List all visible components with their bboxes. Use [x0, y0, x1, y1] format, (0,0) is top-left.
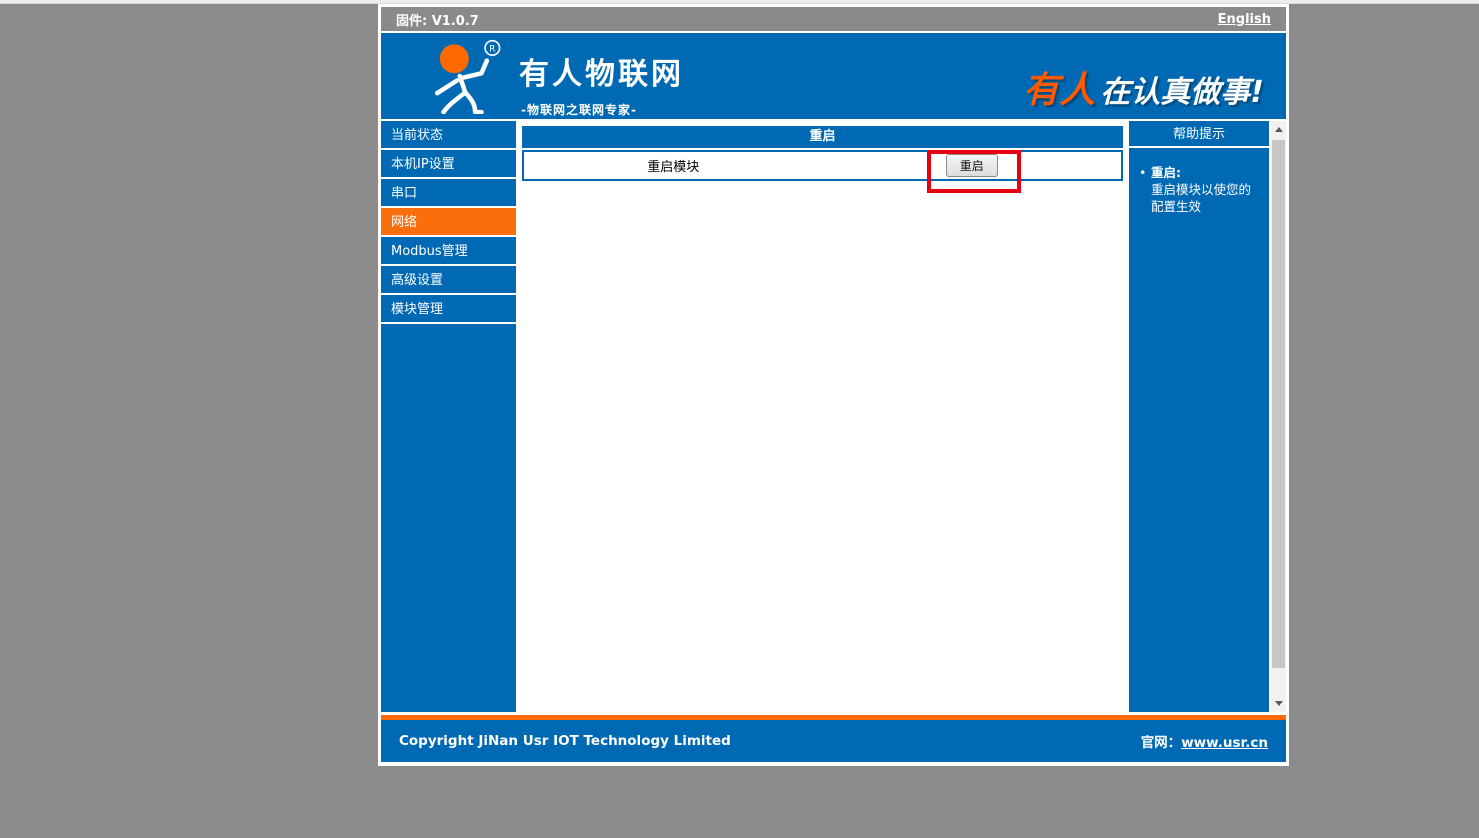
- sidebar-item-serial-port[interactable]: 串口: [381, 179, 516, 208]
- firmware-version-label: 固件: V1.0.7: [396, 10, 479, 29]
- vertical-scrollbar[interactable]: [1271, 121, 1286, 712]
- scroll-down-button[interactable]: [1271, 695, 1286, 712]
- sidebar-item-module-manage[interactable]: 模块管理: [381, 295, 516, 324]
- app-window: 固件: V1.0.7 English R 有人物联网 -物联网之联网专家-: [378, 4, 1289, 766]
- brand-tagline: -物联网之联网专家-: [521, 101, 684, 118]
- main-panel: 重启 重启模块 重启: [518, 121, 1127, 712]
- slogan-white-part: 在认真做事!: [1100, 75, 1264, 110]
- restart-button[interactable]: 重启: [946, 154, 998, 177]
- sidebar-item-current-status[interactable]: 当前状态: [381, 121, 516, 150]
- website-label: 官网：: [1141, 735, 1182, 751]
- content-row: 当前状态 本机IP设置 串口 网络 Modbus管理 高级设置 模块管理 重启 …: [381, 121, 1286, 712]
- brand-header: R 有人物联网 -物联网之联网专家- 有人 在认真做事!: [381, 33, 1286, 119]
- english-language-link[interactable]: English: [1218, 12, 1271, 27]
- restart-row-label: 重启模块: [524, 156, 823, 175]
- brand-slogan: 有人 在认真做事!: [1023, 61, 1264, 113]
- help-panel-title: 帮助提示: [1129, 121, 1269, 148]
- help-panel: 帮助提示 • 重启: 重启模块以使您的配置生效: [1129, 121, 1269, 712]
- scrollbar-thumb[interactable]: [1272, 140, 1285, 668]
- section-title-restart: 重启: [522, 126, 1123, 148]
- topbar: 固件: V1.0.7 English: [381, 7, 1286, 31]
- brand-title: 有人物联网: [519, 49, 684, 93]
- website-block: 官网：www.usr.cn: [1141, 731, 1268, 751]
- restart-form: 重启模块 重启: [522, 150, 1123, 181]
- footer: Copyright JiNan Usr IOT Technology Limit…: [381, 720, 1286, 762]
- nav-sidebar: 当前状态 本机IP设置 串口 网络 Modbus管理 高级设置 模块管理: [381, 121, 516, 712]
- website-link[interactable]: www.usr.cn: [1181, 735, 1268, 751]
- usr-logo-icon: R: [421, 38, 513, 118]
- bullet-icon: •: [1139, 164, 1151, 215]
- scroll-up-icon: [1275, 127, 1283, 132]
- help-text: 重启模块以使您的配置生效: [1151, 181, 1263, 215]
- help-term: 重启:: [1151, 165, 1181, 180]
- slogan-orange-part: 有人: [1023, 70, 1095, 111]
- sidebar-item-modbus[interactable]: Modbus管理: [381, 237, 516, 266]
- help-item-restart: • 重启: 重启模块以使您的配置生效: [1129, 148, 1269, 215]
- sidebar-item-network[interactable]: 网络: [381, 208, 516, 237]
- scroll-up-button[interactable]: [1271, 121, 1286, 138]
- copyright-text: Copyright JiNan Usr IOT Technology Limit…: [399, 733, 731, 749]
- scroll-down-icon: [1275, 701, 1283, 706]
- sidebar-item-local-ip[interactable]: 本机IP设置: [381, 150, 516, 179]
- svg-text:R: R: [489, 45, 496, 55]
- brand-block: 有人物联网 -物联网之联网专家-: [519, 49, 684, 118]
- sidebar-item-advanced[interactable]: 高级设置: [381, 266, 516, 295]
